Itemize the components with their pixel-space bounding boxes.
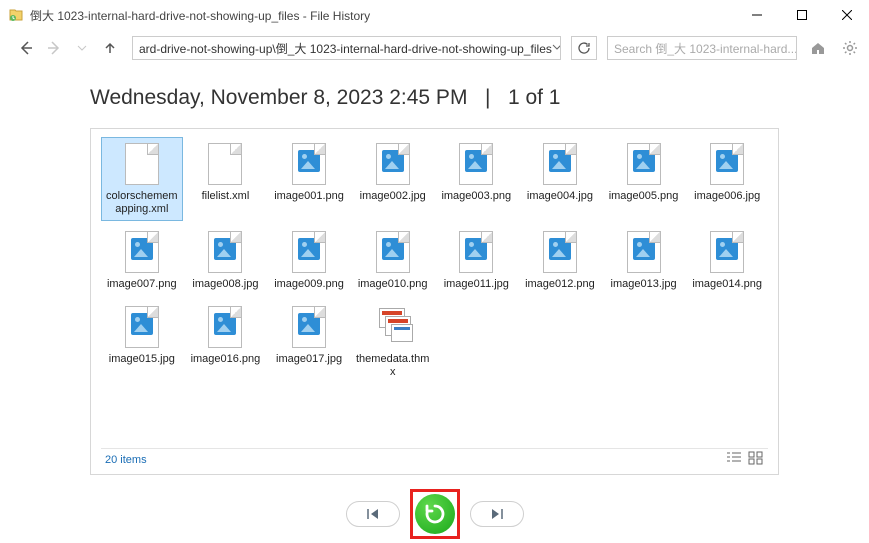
file-item[interactable]: image010.png: [352, 225, 434, 296]
image-file-icon: [709, 142, 745, 186]
document-file-icon: [207, 142, 243, 186]
file-item[interactable]: image015.jpg: [101, 300, 183, 384]
image-file-icon: [291, 142, 327, 186]
gear-icon[interactable]: [839, 37, 861, 59]
file-name: image002.jpg: [360, 190, 426, 203]
file-item[interactable]: image002.jpg: [352, 137, 434, 221]
image-file-icon: [542, 142, 578, 186]
image-file-icon: [542, 230, 578, 274]
up-button[interactable]: [98, 36, 122, 60]
file-name: image004.jpg: [527, 190, 593, 203]
file-item[interactable]: image017.jpg: [268, 300, 350, 384]
image-file-icon: [375, 230, 411, 274]
titlebar: 倒大 1023-internal-hard-drive-not-showing-…: [0, 0, 869, 30]
file-name: filelist.xml: [202, 190, 250, 203]
image-file-icon: [207, 230, 243, 274]
file-item[interactable]: image003.png: [436, 137, 518, 221]
restore-highlight: [410, 489, 460, 539]
file-item[interactable]: image013.jpg: [603, 225, 685, 296]
file-item[interactable]: image001.png: [268, 137, 350, 221]
file-item[interactable]: image016.png: [185, 300, 267, 384]
file-item[interactable]: image012.png: [519, 225, 601, 296]
image-file-icon: [124, 230, 160, 274]
file-name: image014.png: [692, 278, 762, 291]
image-file-icon: [375, 142, 411, 186]
file-item[interactable]: filelist.xml: [185, 137, 267, 221]
file-name: themedata.thmx: [355, 353, 431, 379]
file-name: image011.jpg: [444, 278, 509, 291]
file-name: image007.png: [107, 278, 177, 291]
heading-datetime: Wednesday, November 8, 2023 2:45 PM: [90, 86, 467, 109]
home-icon[interactable]: [807, 37, 829, 59]
image-file-icon: [291, 305, 327, 349]
heading-position: 1 of 1: [508, 86, 561, 109]
window-controls: [734, 0, 869, 30]
file-item[interactable]: image014.png: [686, 225, 768, 296]
file-name: image016.png: [191, 353, 261, 366]
file-item[interactable]: image006.jpg: [686, 137, 768, 221]
file-name: colorschememapping.xml: [104, 190, 180, 216]
image-file-icon: [709, 230, 745, 274]
search-box[interactable]: Search 倒_大 1023-internal-hard...: [607, 36, 797, 60]
address-text: ard-drive-not-showing-up\倒_大 1023-intern…: [139, 40, 552, 57]
file-item[interactable]: themedata.thmx: [352, 300, 434, 384]
image-file-icon: [124, 305, 160, 349]
file-item[interactable]: image011.jpg: [436, 225, 518, 296]
document-file-icon: [124, 142, 160, 186]
file-item[interactable]: image005.png: [603, 137, 685, 221]
page-heading: Wednesday, November 8, 2023 2:45 PM | 1 …: [90, 86, 779, 110]
maximize-button[interactable]: [779, 0, 824, 30]
next-version-button[interactable]: [470, 501, 524, 527]
file-name: image008.jpg: [192, 278, 258, 291]
close-button[interactable]: [824, 0, 869, 30]
file-item[interactable]: image009.png: [268, 225, 350, 296]
toolbar: ard-drive-not-showing-up\倒_大 1023-intern…: [0, 30, 869, 66]
file-pane: colorschememapping.xml filelist.xml image0…: [90, 128, 779, 475]
file-grid: colorschememapping.xml filelist.xml image0…: [101, 137, 768, 444]
image-file-icon: [291, 230, 327, 274]
details-view-icon[interactable]: [726, 451, 742, 468]
file-name: image013.jpg: [611, 278, 677, 291]
refresh-button[interactable]: [571, 36, 597, 60]
address-bar[interactable]: ard-drive-not-showing-up\倒_大 1023-intern…: [132, 36, 561, 60]
file-item[interactable]: image008.jpg: [185, 225, 267, 296]
back-button[interactable]: [14, 36, 38, 60]
file-name: image017.jpg: [276, 353, 342, 366]
status-footer: 20 items: [101, 448, 768, 470]
forward-button[interactable]: [42, 36, 66, 60]
theme-file-icon: [375, 305, 411, 349]
app-icon: [8, 7, 24, 23]
search-placeholder: Search 倒_大 1023-internal-hard...: [614, 40, 797, 57]
file-item[interactable]: colorschememapping.xml: [101, 137, 183, 221]
image-file-icon: [626, 230, 662, 274]
previous-version-button[interactable]: [346, 501, 400, 527]
minimize-button[interactable]: [734, 0, 779, 30]
file-item[interactable]: image004.jpg: [519, 137, 601, 221]
thumbnails-view-icon[interactable]: [748, 451, 764, 468]
item-count: 20 items: [105, 454, 147, 466]
image-file-icon: [458, 142, 494, 186]
file-name: image009.png: [274, 278, 344, 291]
recent-dropdown[interactable]: [70, 36, 94, 60]
heading-separator: |: [485, 86, 490, 109]
file-name: image003.png: [441, 190, 511, 203]
content-area: Wednesday, November 8, 2023 2:45 PM | 1 …: [0, 66, 869, 485]
image-file-icon: [207, 305, 243, 349]
view-switcher: [726, 451, 764, 468]
file-name: image005.png: [609, 190, 679, 203]
history-controls: [0, 485, 869, 543]
image-file-icon: [626, 142, 662, 186]
file-name: image010.png: [358, 278, 428, 291]
image-file-icon: [458, 230, 494, 274]
file-name: image012.png: [525, 278, 595, 291]
file-name: image001.png: [274, 190, 344, 203]
window-title: 倒大 1023-internal-hard-drive-not-showing-…: [30, 7, 734, 24]
address-dropdown-icon[interactable]: [552, 41, 561, 55]
file-item[interactable]: image007.png: [101, 225, 183, 296]
file-name: image015.jpg: [109, 353, 175, 366]
file-name: image006.jpg: [694, 190, 760, 203]
restore-button[interactable]: [415, 494, 455, 534]
